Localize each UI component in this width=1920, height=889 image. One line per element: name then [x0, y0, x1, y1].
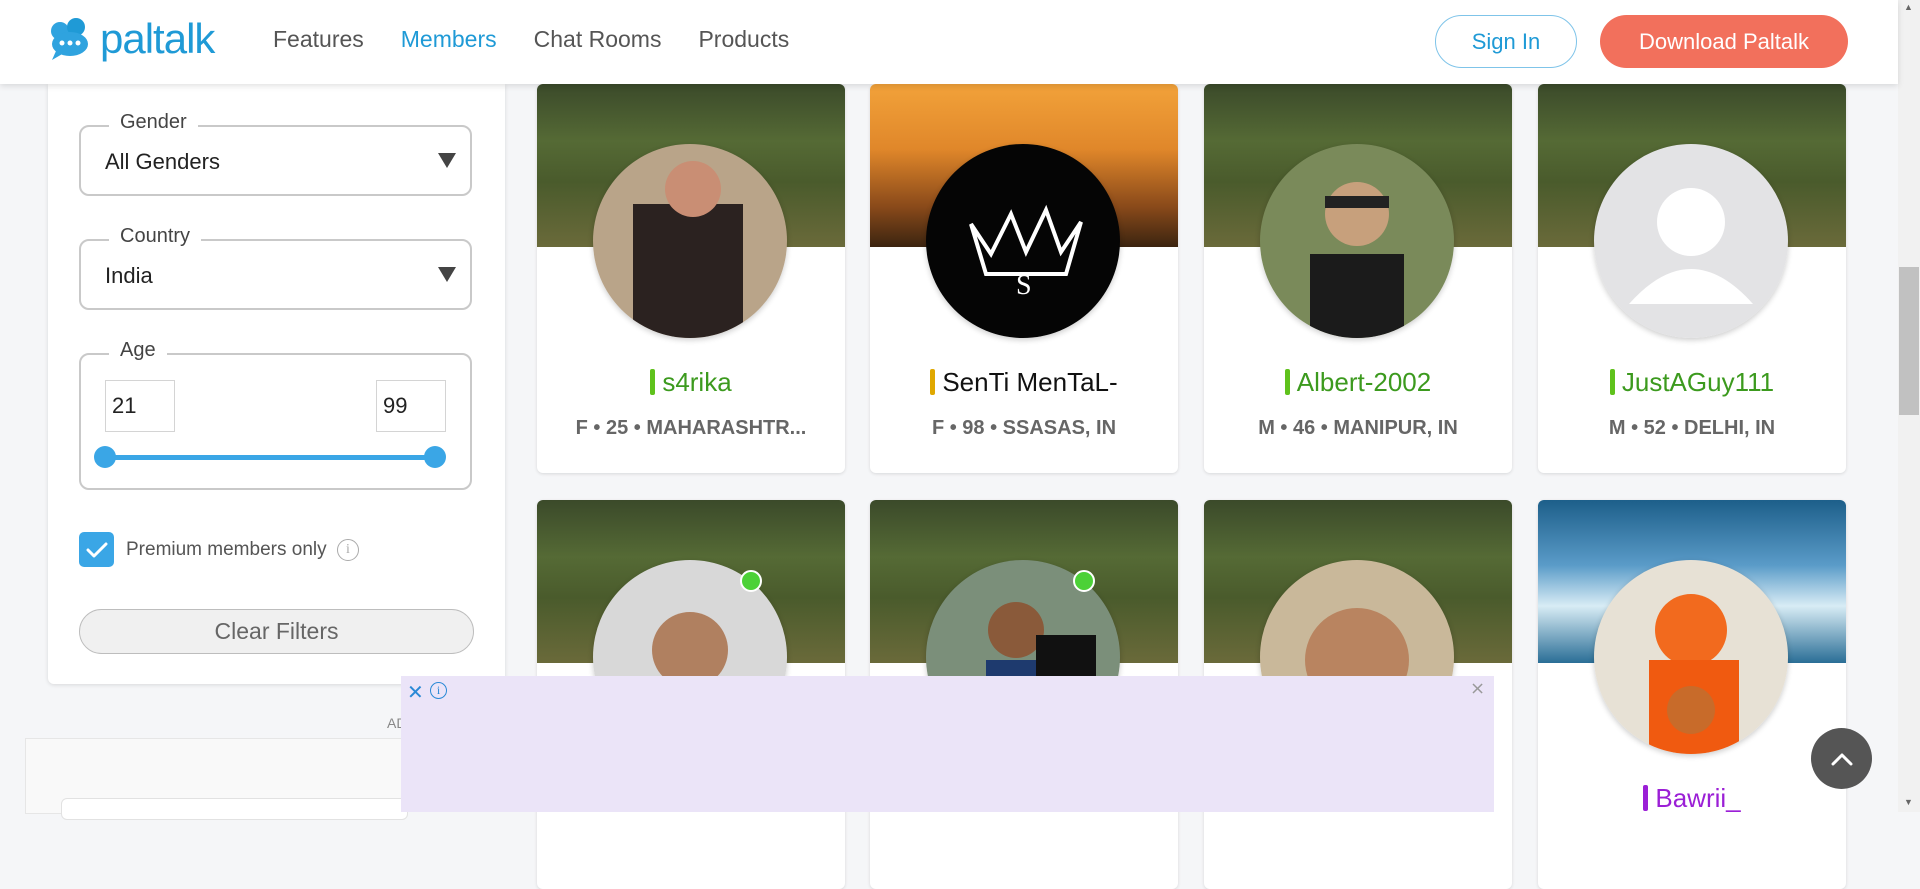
member-status-bar [1284, 369, 1290, 395]
member-meta: M • 52 • DELHI, IN [1608, 417, 1776, 439]
member-card[interactable]: S SenTi MenTaL- F • 98 • SSASAS, IN [870, 84, 1178, 473]
member-meta: F • 25 • MAHARASHTR... [575, 417, 807, 439]
ad-info-icon[interactable]: i [430, 682, 447, 699]
member-name[interactable]: SenTi MenTaL- [870, 367, 1178, 398]
close-icon[interactable]: ⨯ [1470, 678, 1488, 698]
age-slider-fill [105, 455, 435, 460]
filters-panel: Gender All Genders Country India Age 21 … [48, 84, 505, 684]
premium-only-label: Premium members only [126, 539, 327, 560]
logo-icon [51, 18, 88, 60]
member-avatar[interactable]: S [926, 144, 1120, 338]
dropdown-caret-icon [438, 153, 456, 168]
download-paltalk-button[interactable]: Download Paltalk [1600, 15, 1848, 68]
scrollbar-thumb[interactable] [1899, 267, 1919, 415]
gender-value: All Genders [105, 149, 220, 174]
member-meta: M • 46 • MANIPUR, IN [1258, 417, 1458, 439]
dropdown-caret-icon [438, 267, 456, 282]
age-range: Age 21 99 [79, 339, 472, 490]
member-name-text: SenTi MenTaL- [942, 367, 1118, 397]
member-card[interactable]: Albert-2002 M • 46 • MANIPUR, IN [1204, 84, 1512, 473]
site-header: paltalk Features Members Chat Rooms Prod… [0, 0, 1898, 84]
member-meta: F • 98 • SSASAS, IN [931, 417, 1117, 439]
checkmark-icon [86, 542, 107, 557]
member-name[interactable]: Bawrii_ [1538, 783, 1846, 814]
member-card[interactable]: Bawrii_ [1538, 500, 1846, 889]
member-status-bar [1609, 369, 1615, 395]
member-name-text: s4rika [662, 367, 732, 397]
premium-only-checkbox[interactable] [79, 532, 114, 567]
member-name-text: Albert-2002 [1296, 367, 1432, 397]
svg-text:S: S [1016, 270, 1032, 301]
nav-members[interactable]: Members [401, 26, 497, 53]
info-icon[interactable]: i [337, 539, 359, 561]
age-legend: Age [109, 339, 167, 362]
online-status-dot [1073, 570, 1095, 592]
online-status-dot [740, 570, 762, 592]
sign-in-button[interactable]: Sign In [1435, 15, 1577, 68]
member-name-text: JustAGuy111 [1621, 367, 1775, 397]
logo-text: paltalk [100, 15, 215, 62]
member-name[interactable]: Albert-2002 [1204, 367, 1512, 398]
member-name[interactable]: JustAGuy111 [1538, 367, 1846, 398]
gender-legend: Gender [109, 111, 198, 134]
scroll-to-top-button[interactable] [1811, 728, 1872, 789]
member-card[interactable]: JustAGuy111 M • 52 • DELHI, IN [1538, 84, 1846, 473]
member-avatar[interactable] [593, 144, 787, 338]
ad-close-icon[interactable]: ✕ [407, 680, 424, 705]
member-avatar[interactable] [1260, 144, 1454, 338]
chevron-up-icon [1831, 753, 1852, 765]
scroll-up-arrow-icon[interactable]: ▲ [1904, 2, 1913, 12]
ad-placeholder [25, 738, 408, 820]
ad-placeholder-inner [61, 798, 408, 820]
member-name-text: Bawrii_ [1655, 783, 1741, 813]
nav-features[interactable]: Features [273, 26, 364, 53]
scroll-down-arrow-icon[interactable]: ▼ [1904, 797, 1913, 807]
member-avatar[interactable] [1594, 144, 1788, 338]
member-card[interactable]: s4rika F • 25 • MAHARASHTR... [537, 84, 845, 473]
clear-filters-button[interactable]: Clear Filters [79, 609, 474, 654]
nav-chat-rooms[interactable]: Chat Rooms [534, 26, 662, 53]
member-name[interactable]: s4rika [537, 367, 845, 398]
member-status-bar [650, 369, 656, 395]
country-value: India [105, 263, 153, 288]
gender-select[interactable]: Gender All Genders [79, 111, 472, 196]
age-max-input[interactable]: 99 [376, 380, 446, 432]
age-slider-min-handle[interactable] [94, 446, 116, 468]
member-avatar[interactable] [1594, 560, 1788, 754]
age-min-input[interactable]: 21 [105, 380, 175, 432]
ad-banner[interactable]: ✕ i ⨯ [401, 676, 1494, 812]
country-select[interactable]: Country India [79, 225, 472, 310]
age-slider-max-handle[interactable] [424, 446, 446, 468]
paltalk-logo[interactable]: paltalk [46, 15, 215, 62]
member-status-bar [1643, 785, 1649, 811]
nav-products[interactable]: Products [698, 26, 789, 53]
country-legend: Country [109, 225, 202, 248]
member-status-bar [930, 369, 936, 395]
age-slider[interactable] [94, 446, 446, 468]
main-nav: Features Members Chat Rooms Products [273, 26, 826, 53]
